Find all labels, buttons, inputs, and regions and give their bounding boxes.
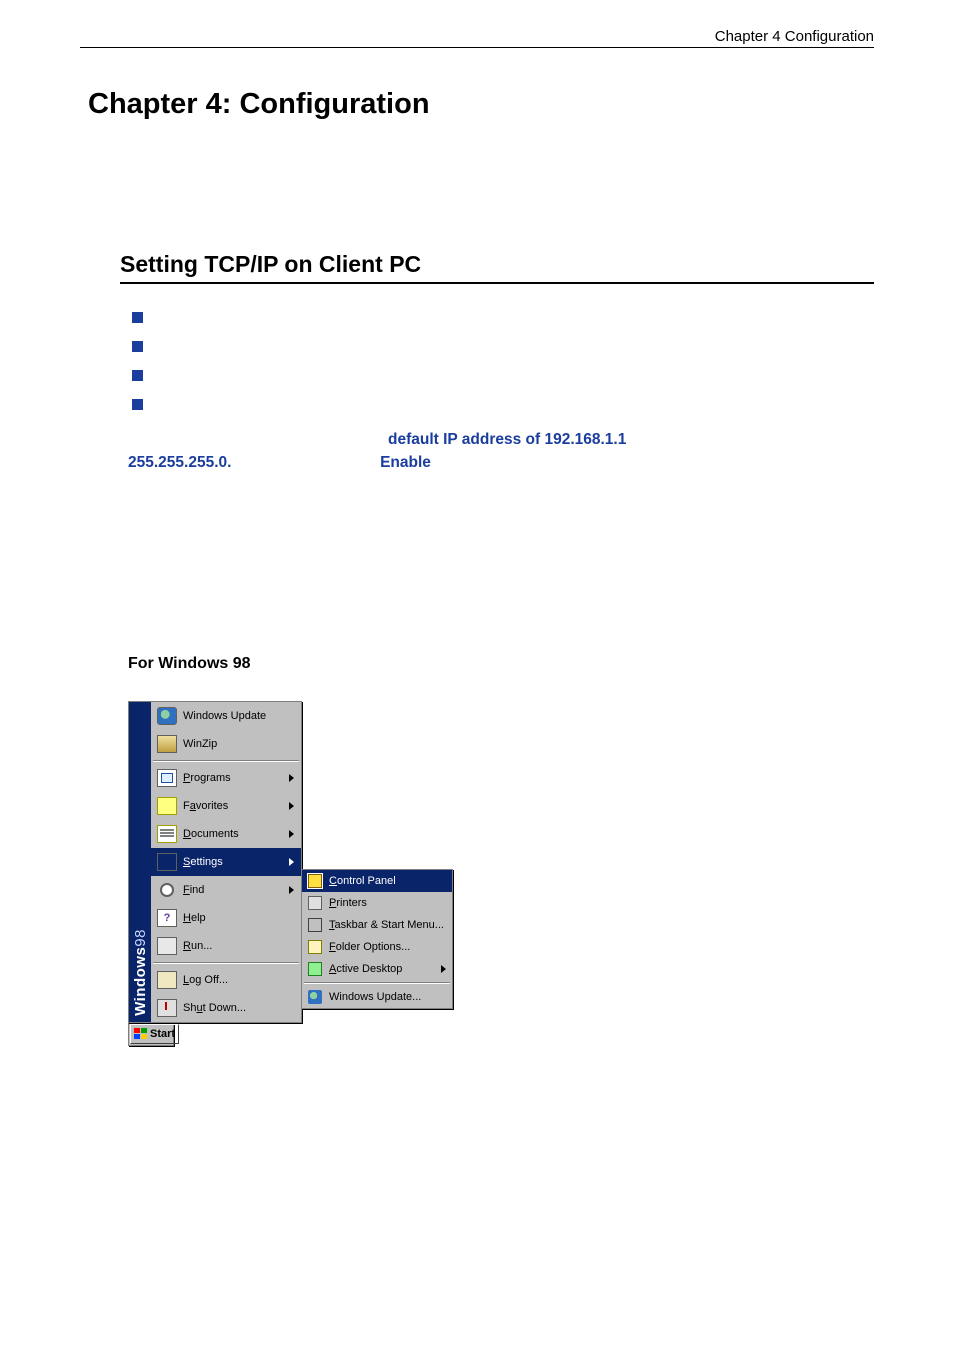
start-button-label: Start xyxy=(150,1028,175,1040)
page: Chapter 4 Configuration Chapter 4: Confi… xyxy=(0,0,954,1086)
menu-separator xyxy=(304,982,450,984)
section-title: Setting TCP/IP on Client PC xyxy=(120,251,874,284)
menu-item-help[interactable]: Help xyxy=(151,904,301,932)
chevron-right-icon xyxy=(289,802,294,810)
bullet-list xyxy=(132,312,874,410)
chevron-right-icon xyxy=(289,774,294,782)
start-menu-side-banner: Windows98 xyxy=(129,702,151,1022)
enable-text: Enable xyxy=(380,454,431,471)
menu-item-favorites[interactable]: Favorites xyxy=(151,792,301,820)
menu-item-documents[interactable]: Documents xyxy=(151,820,301,848)
submenu-item-label: Active Desktop xyxy=(329,963,402,975)
run-icon xyxy=(155,935,179,957)
submenu-item-printers[interactable]: Printers xyxy=(302,892,452,914)
submenu-item-folder-options[interactable]: Folder Options... xyxy=(302,936,452,958)
menu-item-find[interactable]: Find xyxy=(151,876,301,904)
shutdown-icon xyxy=(155,997,179,1019)
menu-separator xyxy=(153,760,299,762)
menu-item-label: Run... xyxy=(183,940,297,952)
menu-item-label: Find xyxy=(183,884,289,896)
header-right-text: Chapter 4 Configuration xyxy=(715,28,874,45)
folder-options-icon xyxy=(306,939,324,955)
menu-item-label: WinZip xyxy=(183,738,297,750)
menu-item-shut-down[interactable]: Shut Down... xyxy=(151,994,301,1022)
find-icon xyxy=(155,879,179,901)
menu-item-windows-update[interactable]: Windows Update xyxy=(151,702,301,730)
menu-item-label: Programs xyxy=(183,772,289,784)
active-desktop-icon xyxy=(306,961,324,977)
banner-text-windows: Windows xyxy=(132,946,149,1015)
subnet-mask-text: 255.255.255.0. xyxy=(128,454,231,471)
submenu-item-label: Printers xyxy=(329,897,367,909)
settings-submenu: Control Panel Printers Taskbar & Start Men… xyxy=(301,869,453,1009)
chapter-title: Chapter 4: Configuration xyxy=(88,88,874,121)
taskbar: Start xyxy=(128,1022,174,1046)
submenu-item-taskbar-start-menu[interactable]: Taskbar & Start Menu... xyxy=(302,914,452,936)
banner-text-98: 98 xyxy=(132,929,149,947)
menu-item-label: Log Off... xyxy=(183,974,297,986)
control-panel-icon xyxy=(306,873,324,889)
start-menu: Windows98 Windows Update WinZip Programs Fa… xyxy=(128,701,302,1023)
menu-item-label: Shut Down... xyxy=(183,1002,297,1014)
bullet-icon xyxy=(132,312,143,323)
bullet-icon xyxy=(132,399,143,410)
submenu-item-label: Folder Options... xyxy=(329,941,410,953)
highlight-text: default IP address of 192.168.1.1 255.25… xyxy=(128,428,874,475)
menu-item-programs[interactable]: Programs xyxy=(151,764,301,792)
menu-item-label: Help xyxy=(183,912,297,924)
submenu-item-label: Windows Update... xyxy=(329,991,421,1003)
chevron-right-icon xyxy=(289,830,294,838)
menu-item-label: Windows Update xyxy=(183,710,297,722)
submenu-item-windows-update[interactable]: Windows Update... xyxy=(302,986,452,1008)
favorites-icon xyxy=(155,795,179,817)
menu-item-settings[interactable]: Settings xyxy=(151,848,301,876)
taskbar-icon xyxy=(306,917,324,933)
chevron-right-icon xyxy=(289,886,294,894)
page-header: Chapter 4 Configuration xyxy=(80,28,874,48)
menu-item-label: Documents xyxy=(183,828,289,840)
menu-separator xyxy=(153,962,299,964)
menu-item-label: Settings xyxy=(183,856,289,868)
settings-icon xyxy=(155,851,179,873)
start-menu-screenshot: Windows98 Windows Update WinZip Programs Fa… xyxy=(128,701,456,1046)
start-button[interactable]: Start xyxy=(130,1024,179,1044)
chevron-right-icon xyxy=(289,858,294,866)
menu-item-label: Favorites xyxy=(183,800,289,812)
submenu-item-label: Control Panel xyxy=(329,875,396,887)
submenu-item-label: Taskbar & Start Menu... xyxy=(329,919,444,931)
printers-icon xyxy=(306,895,324,911)
submenu-item-control-panel[interactable]: Control Panel xyxy=(302,870,452,892)
bullet-icon xyxy=(132,370,143,381)
windows-update-icon xyxy=(306,989,324,1005)
menu-item-run[interactable]: Run... xyxy=(151,932,301,960)
sub-heading: For Windows 98 xyxy=(128,655,874,673)
menu-item-winzip[interactable]: WinZip xyxy=(151,730,301,758)
chevron-right-icon xyxy=(441,965,446,973)
zip-icon xyxy=(155,733,179,755)
windows-flag-icon xyxy=(134,1028,148,1040)
submenu-item-active-desktop[interactable]: Active Desktop xyxy=(302,958,452,980)
help-icon xyxy=(155,907,179,929)
menu-item-log-off[interactable]: Log Off... xyxy=(151,966,301,994)
documents-icon xyxy=(155,823,179,845)
logoff-icon xyxy=(155,969,179,991)
bullet-icon xyxy=(132,341,143,352)
default-ip-text: default IP address of 192.168.1.1 xyxy=(388,431,626,448)
programs-icon xyxy=(155,767,179,789)
globe-icon xyxy=(155,705,179,727)
